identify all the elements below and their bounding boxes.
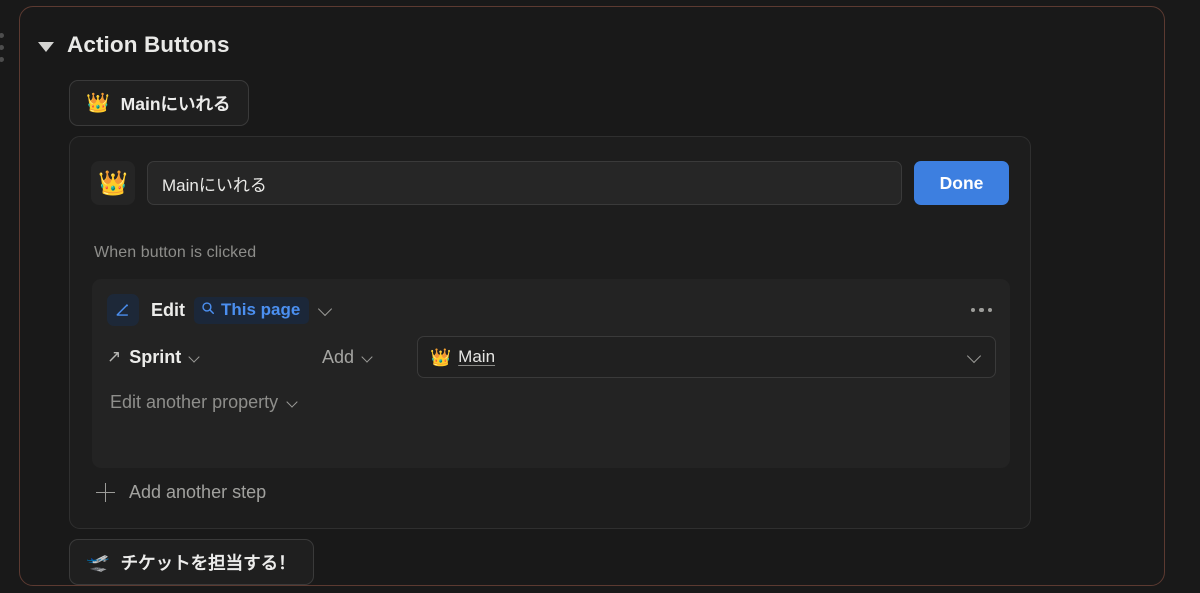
step-verb-label: Edit xyxy=(151,299,185,320)
action-button-chip-main[interactable]: 👑 Mainにいれる xyxy=(69,80,249,126)
page-root: Action Buttons 👑 Mainにいれる 👑 Done When bu… xyxy=(0,0,1200,593)
add-another-step-label: Add another step xyxy=(129,482,267,502)
action-button-label: チケットを担当する！ xyxy=(120,552,296,573)
drag-dot xyxy=(0,45,4,50)
button-editor-panel: 👑 Done When button is clicked xyxy=(69,136,1031,529)
edit-another-property-label: Edit another property xyxy=(110,392,279,412)
page-title: Action Buttons xyxy=(67,31,230,57)
section-header: Action Buttons xyxy=(38,29,230,61)
pencil-edit-icon xyxy=(107,294,139,326)
chevron-down-icon xyxy=(362,352,373,363)
step-target-label: This page xyxy=(221,300,301,319)
property-value-chip: 👑 Main xyxy=(430,347,495,367)
property-name-selector[interactable]: ↗ Sprint xyxy=(107,347,322,368)
ellipsis-dot xyxy=(987,307,992,313)
property-value-select[interactable]: 👑 Main xyxy=(417,336,996,378)
ellipsis-dot xyxy=(970,307,975,313)
step-header-row: Edit This page xyxy=(107,293,996,327)
search-icon xyxy=(201,301,215,320)
crown-emoji: 👑 xyxy=(98,169,128,197)
edit-another-property-button[interactable]: Edit another property xyxy=(110,392,298,413)
property-operation-label: Add xyxy=(322,346,355,367)
done-button[interactable]: Done xyxy=(914,161,1009,205)
property-name-label: Sprint xyxy=(129,346,182,367)
property-edit-row: ↗ Sprint Add 👑 Main xyxy=(107,336,996,378)
action-button-chip-ticket[interactable]: 🛫 チケットを担当する！ xyxy=(69,539,314,585)
crown-emoji: 👑 xyxy=(86,92,110,114)
button-emoji-picker[interactable]: 👑 xyxy=(91,161,135,205)
step-target-badge[interactable]: This page xyxy=(194,296,310,324)
plus-icon xyxy=(96,483,115,502)
add-another-step-button[interactable]: Add another step xyxy=(96,482,266,503)
action-buttons-block: Action Buttons 👑 Mainにいれる 👑 Done When bu… xyxy=(19,6,1165,586)
chevron-down-icon[interactable] xyxy=(318,303,333,318)
property-operation-selector[interactable]: Add xyxy=(322,347,417,368)
chevron-down-icon xyxy=(967,350,982,365)
ellipsis-dot xyxy=(979,307,984,313)
action-step-card: Edit This page ↗ Sprint Add 👑 Main Edit … xyxy=(92,279,1010,468)
relation-arrow-icon: ↗ xyxy=(107,346,122,366)
crown-emoji: 👑 xyxy=(430,347,452,367)
drag-dot xyxy=(0,33,4,38)
chevron-down-icon xyxy=(189,352,200,363)
chevron-down-icon xyxy=(287,397,298,408)
trigger-caption: When button is clicked xyxy=(94,244,257,261)
airplane-departure-emoji: 🛫 xyxy=(86,551,110,573)
drag-dot xyxy=(0,57,4,62)
button-name-input[interactable] xyxy=(147,161,902,205)
drag-handle[interactable] xyxy=(0,33,11,62)
triangle-down-icon[interactable] xyxy=(38,41,54,52)
property-value-label: Main xyxy=(458,347,496,366)
ellipsis-icon[interactable] xyxy=(967,302,997,319)
action-button-label: Mainにいれる xyxy=(120,93,231,114)
button-name-row: 👑 Done xyxy=(91,161,1009,205)
